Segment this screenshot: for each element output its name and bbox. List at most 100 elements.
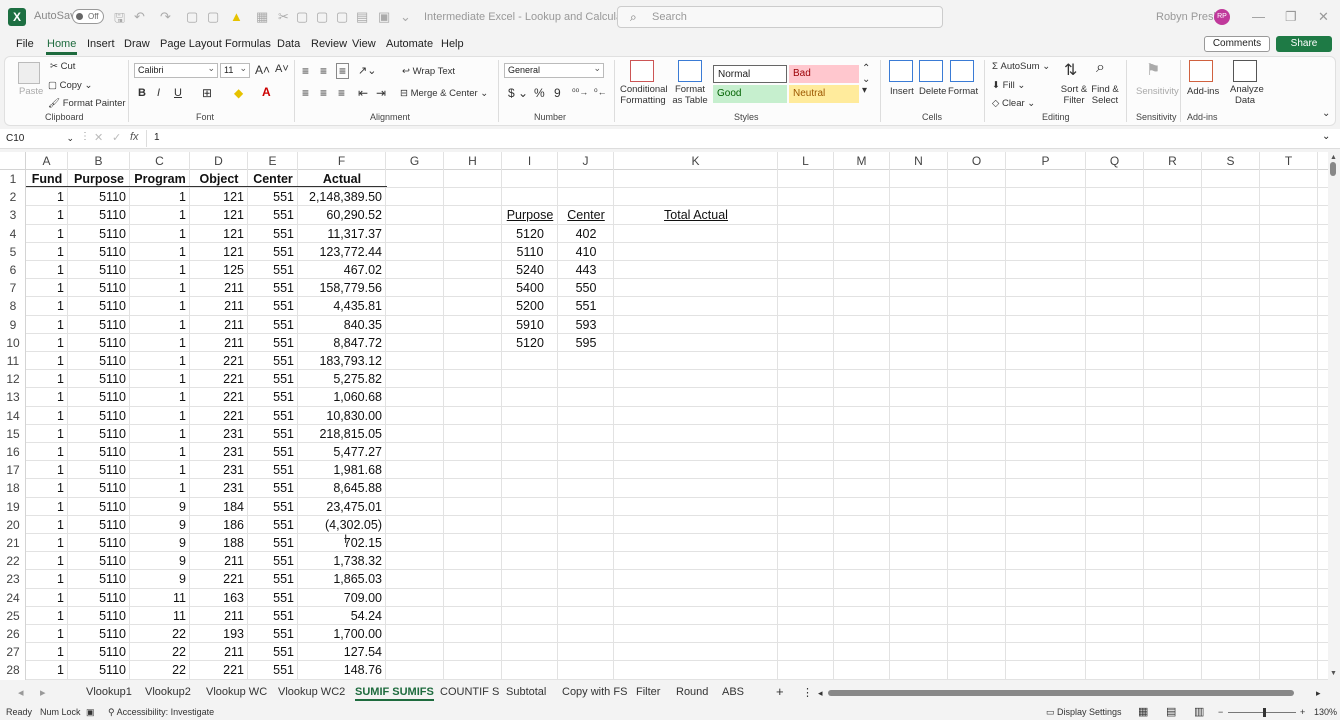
- table-cell[interactable]: 23,475.01: [298, 498, 386, 516]
- table-cell[interactable]: 1: [26, 352, 68, 370]
- table-cell[interactable]: 1: [26, 370, 68, 388]
- column-header[interactable]: I: [502, 152, 558, 170]
- restore-icon[interactable]: ❐: [1285, 9, 1297, 25]
- table-cell[interactable]: 1: [130, 188, 190, 206]
- column-header[interactable]: B: [68, 152, 130, 170]
- merge-center-button[interactable]: ⊟ Merge & Center ⌄: [400, 88, 488, 99]
- table-cell[interactable]: 158,779.56: [298, 279, 386, 297]
- table-cell[interactable]: 5110: [68, 225, 130, 243]
- table-cell[interactable]: 1: [26, 625, 68, 643]
- row-header[interactable]: 1: [0, 170, 26, 188]
- table-cell[interactable]: 5110: [68, 370, 130, 388]
- paste-icon[interactable]: [18, 62, 40, 84]
- row-header[interactable]: 25: [0, 607, 26, 625]
- table-cell[interactable]: 22: [130, 661, 190, 679]
- table-cell[interactable]: 1: [26, 479, 68, 497]
- table-cell[interactable]: 163: [190, 589, 248, 607]
- autosum-button[interactable]: Σ AutoSum ⌄: [992, 61, 1050, 72]
- column-header[interactable]: H: [444, 152, 502, 170]
- table-cell[interactable]: 551: [248, 534, 298, 552]
- sheet-tab-vlookup-wc[interactable]: Vlookup WC: [206, 686, 267, 698]
- table-cell[interactable]: 184: [190, 498, 248, 516]
- formula-input[interactable]: 1: [154, 132, 160, 143]
- search-box[interactable]: ⌕ Search: [617, 6, 943, 28]
- table-cell[interactable]: 5110: [68, 534, 130, 552]
- zoom-in-icon[interactable]: +: [1300, 707, 1305, 717]
- fill-button[interactable]: ⬇ Fill ⌄: [992, 80, 1025, 91]
- row-header[interactable]: 11: [0, 352, 26, 370]
- table-cell[interactable]: 9: [130, 498, 190, 516]
- insert-cells-button[interactable]: Insert: [890, 86, 914, 97]
- page-layout-view-icon[interactable]: ▤: [1166, 705, 1176, 718]
- hscroll-left-icon[interactable]: ◂: [818, 688, 823, 699]
- tab-draw[interactable]: Draw: [123, 38, 151, 50]
- table-cell[interactable]: 186: [190, 516, 248, 534]
- table-cell[interactable]: 22: [130, 643, 190, 661]
- row-header[interactable]: 9: [0, 316, 26, 334]
- table-cell[interactable]: 1: [26, 461, 68, 479]
- style-good[interactable]: Good: [713, 85, 787, 103]
- table-cell[interactable]: 1: [130, 243, 190, 261]
- table-cell[interactable]: 5110: [68, 516, 130, 534]
- style-bad[interactable]: Bad: [789, 65, 859, 83]
- lookup-header-cell[interactable]: Total Actual: [614, 206, 778, 224]
- next-sheet-icon[interactable]: ▸: [40, 686, 46, 699]
- sheet-tab-abs[interactable]: ABS: [722, 686, 744, 698]
- column-header[interactable]: Q: [1086, 152, 1144, 170]
- sheet-tab-vlookup-wc2[interactable]: Vlookup WC2: [278, 686, 345, 698]
- italic-button[interactable]: I: [157, 87, 160, 99]
- highlight-icon[interactable]: ▲: [230, 9, 243, 24]
- copy-button[interactable]: ▢ Copy ⌄: [48, 80, 92, 91]
- copy-icon[interactable]: ▢: [296, 9, 308, 25]
- table-cell[interactable]: 551: [248, 589, 298, 607]
- column-header[interactable]: R: [1144, 152, 1202, 170]
- sheet-tab-copy-with-fs[interactable]: Copy with FS: [562, 686, 627, 698]
- close-icon[interactable]: ✕: [1318, 9, 1329, 25]
- table-cell[interactable]: 551: [248, 661, 298, 679]
- image-icon[interactable]: ▣: [378, 9, 390, 25]
- share-button[interactable]: Share: [1276, 36, 1332, 52]
- table-cell[interactable]: 1: [26, 225, 68, 243]
- table-cell[interactable]: 551: [248, 334, 298, 352]
- table-cell[interactable]: 551: [248, 279, 298, 297]
- format-painter-button[interactable]: 🖌 Format Painter: [48, 98, 126, 109]
- page-break-view-icon[interactable]: ▥: [1194, 705, 1204, 718]
- table-cell[interactable]: 221: [190, 388, 248, 406]
- table-cell[interactable]: 5,275.82: [298, 370, 386, 388]
- tab-automate[interactable]: Automate: [385, 38, 434, 50]
- table-cell[interactable]: 1: [26, 407, 68, 425]
- sheet-tab-sumif-sumifs[interactable]: SUMIF SUMIFS: [355, 686, 434, 701]
- table-cell[interactable]: 231: [190, 479, 248, 497]
- tab-view[interactable]: View: [351, 38, 377, 50]
- table-cell[interactable]: 1: [130, 370, 190, 388]
- tab-review[interactable]: Review: [310, 38, 348, 50]
- table-cell[interactable]: 551: [248, 316, 298, 334]
- vertical-scrollbar[interactable]: ▲ ▼: [1328, 152, 1340, 682]
- table-cell[interactable]: 1: [26, 261, 68, 279]
- table-cell[interactable]: 551: [248, 407, 298, 425]
- table-cell[interactable]: 211: [190, 279, 248, 297]
- table-cell[interactable]: 551: [248, 552, 298, 570]
- column-header[interactable]: M: [834, 152, 890, 170]
- zoom-slider-handle[interactable]: [1263, 708, 1266, 717]
- table-cell[interactable]: 9: [130, 534, 190, 552]
- scroll-down-icon[interactable]: ▼: [1330, 670, 1337, 677]
- increase-font-icon[interactable]: A˄: [255, 63, 270, 77]
- row-header[interactable]: 7: [0, 279, 26, 297]
- cut-icon[interactable]: ✂: [278, 9, 289, 25]
- paste-icon[interactable]: ▢: [316, 9, 328, 25]
- table-cell[interactable]: 1: [130, 334, 190, 352]
- table-cell[interactable]: 2,148,389.50: [298, 188, 386, 206]
- table-cell[interactable]: 1: [26, 661, 68, 679]
- table-cell[interactable]: 221: [190, 370, 248, 388]
- decrease-indent-icon[interactable]: ⇤: [358, 86, 368, 100]
- add-sheet-icon[interactable]: +: [776, 684, 784, 699]
- redo-icon[interactable]: ↷: [160, 9, 171, 25]
- lookup-cell[interactable]: 550: [558, 279, 614, 297]
- table-cell[interactable]: 551: [248, 188, 298, 206]
- table-cell[interactable]: 211: [190, 334, 248, 352]
- table-cell[interactable]: 121: [190, 206, 248, 224]
- table-cell[interactable]: 551: [248, 297, 298, 315]
- table-cell[interactable]: 9: [130, 552, 190, 570]
- column-header[interactable]: T: [1260, 152, 1318, 170]
